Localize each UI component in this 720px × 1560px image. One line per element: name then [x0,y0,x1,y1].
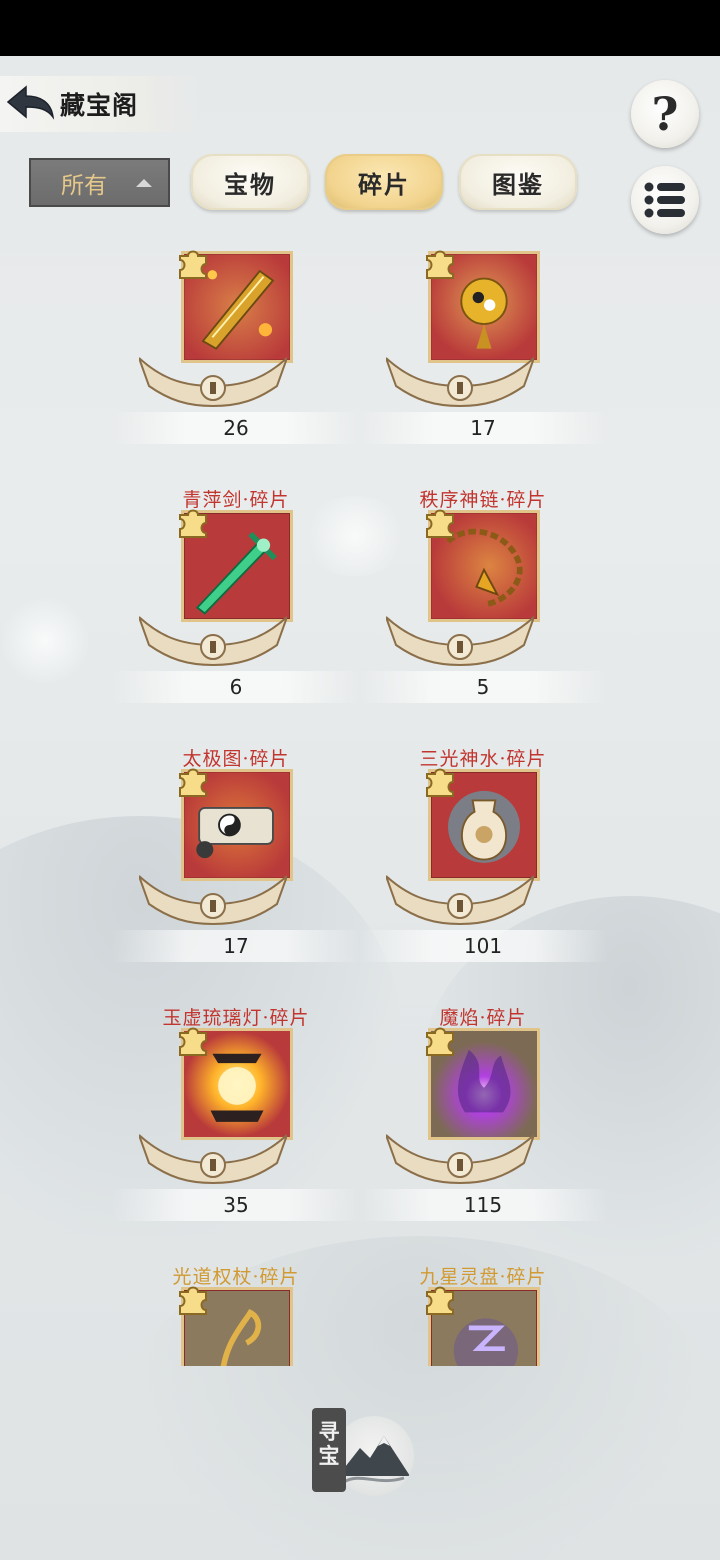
fragment-card[interactable]: 三光神水·碎片 101 [358,744,608,984]
filter-dropdown[interactable]: 所有 [29,158,170,207]
fragment-name: 玉虚琉璃灯·碎片 [162,1007,310,1029]
pedestal-ornament [386,1134,534,1185]
pedestal-ornament [139,357,287,408]
pedestal-ornament [139,1134,287,1185]
ink-mountain-icon [334,1416,414,1496]
fragment-card[interactable]: 青萍剑·碎片 6 [111,485,361,725]
tab-atlas[interactable]: 图鉴 [459,154,577,210]
list-menu-icon [644,182,685,218]
seek-treasure-button[interactable]: 寻宝 [312,1408,422,1504]
fragment-count: 6 [111,671,361,703]
fragment-card[interactable]: 魔焰·碎片 115 [358,1003,608,1243]
pedestal-ornament [139,875,287,926]
treasure-pavilion-screen: 藏宝阁 ? 所有 宝物 碎片 图鉴 26 17 青萍剑·碎片 6 秩序神链·碎片… [0,56,720,1560]
puzzle-piece-icon [426,1027,454,1056]
fragment-name: 三光神水·碎片 [419,748,547,770]
fragment-count: 35 [111,1189,361,1221]
pedestal-ornament [386,357,534,408]
puzzle-piece-icon [179,509,207,538]
fragment-card[interactable]: 17 [358,242,608,466]
fragment-name: 光道权杖·碎片 [172,1266,300,1288]
tab-fragment[interactable]: 碎片 [325,154,443,210]
fragment-list[interactable]: 26 17 青萍剑·碎片 6 秩序神链·碎片 5 太极图·碎片 17 三光神水·… [0,242,720,1366]
fragment-card[interactable]: 26 [111,242,361,466]
page-title: 藏宝阁 [60,91,139,120]
fragment-count: 17 [111,930,361,962]
fragment-count: 26 [111,412,361,444]
puzzle-piece-icon [179,1027,207,1056]
puzzle-piece-icon [426,250,454,279]
back-bar[interactable]: 藏宝阁 [0,76,200,132]
puzzle-piece-icon [179,1286,207,1315]
puzzle-piece-icon [426,1286,454,1315]
back-arrow-icon[interactable] [0,76,60,132]
puzzle-piece-icon [179,250,207,279]
fragment-card[interactable]: 玉虚琉璃灯·碎片 35 [111,1003,361,1243]
tab-treasure[interactable]: 宝物 [191,154,309,210]
fragment-count: 5 [358,671,608,703]
fragment-name: 青萍剑·碎片 [182,489,290,511]
fragment-count: 101 [358,930,608,962]
fragment-name: 秩序神链·碎片 [419,489,547,511]
fragment-card[interactable]: 光道权杖·碎片 [111,1262,361,1366]
fragment-icon-frame [426,1286,540,1366]
fragment-count: 17 [358,412,608,444]
fragment-name: 魔焰·碎片 [439,1007,527,1029]
filter-selected-label: 所有 [61,172,107,199]
puzzle-piece-icon [179,768,207,797]
seek-treasure-label: 寻宝 [312,1408,346,1492]
fragment-name: 太极图·碎片 [182,748,290,770]
help-button[interactable]: ? [631,80,699,148]
fragment-name: 九星灵盘·碎片 [419,1266,547,1288]
status-bar [0,0,720,56]
fragment-icon-frame [179,1286,293,1366]
fragment-card[interactable]: 秩序神链·碎片 5 [358,485,608,725]
pedestal-ornament [386,875,534,926]
fragment-card[interactable]: 太极图·碎片 17 [111,744,361,984]
caret-up-icon [136,178,152,187]
puzzle-piece-icon [426,768,454,797]
help-icon: ? [651,87,679,141]
pedestal-ornament [386,616,534,667]
fragment-count: 115 [358,1189,608,1221]
puzzle-piece-icon [426,509,454,538]
fragment-card[interactable]: 九星灵盘·碎片 [358,1262,608,1366]
menu-button[interactable] [631,166,699,234]
pedestal-ornament [139,616,287,667]
